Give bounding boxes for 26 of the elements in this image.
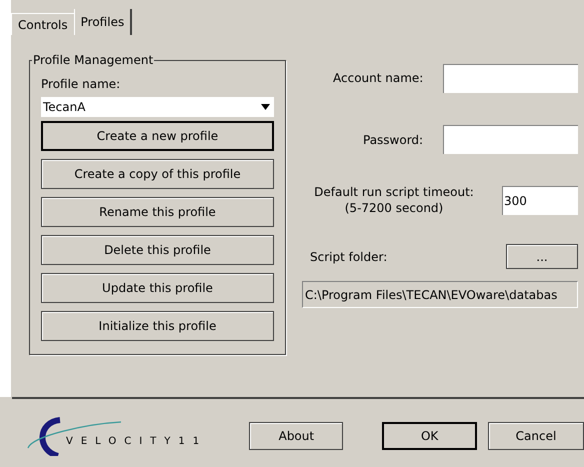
field-label: Password: <box>363 132 424 148</box>
profile-button[interactable]: Rename this profile <box>41 197 274 227</box>
logo: VELOCITY11 <box>26 416 214 456</box>
profile-button[interactable]: Create a copy of this profile <box>41 159 274 189</box>
tab[interactable]: Profiles <box>74 9 132 35</box>
field-label: Default run script timeout: <box>314 184 474 200</box>
timeout-field[interactable]: 300 <box>502 186 578 214</box>
account-name-field[interactable] <box>443 64 578 92</box>
field-hint: (5-7200 second) <box>344 200 444 216</box>
caret-icon <box>261 104 270 110</box>
profile-button[interactable]: Delete this profile <box>41 235 274 265</box>
group-title: Profile Management <box>32 53 154 67</box>
dialog-button[interactable]: Cancel <box>488 422 584 450</box>
profile-button[interactable]: Update this profile <box>41 273 274 303</box>
profile-button[interactable]: Initialize this profile <box>41 311 274 341</box>
dialog-button[interactable]: About <box>249 422 344 450</box>
field-label: Profile name: <box>41 76 122 93</box>
tab[interactable]: Controls <box>11 13 74 35</box>
profile-button[interactable]: Create a new profile <box>41 121 274 151</box>
dialog-button[interactable]: OK <box>382 422 477 450</box>
browse-button[interactable]: ... <box>506 244 578 269</box>
field-label: Account name: <box>333 70 424 87</box>
profile-dropdown[interactable]: TecanA <box>41 97 274 117</box>
field-label: Script folder: <box>310 248 388 266</box>
script-folder-path: C:\Program Files\TECAN\EVOware\databas <box>302 281 578 308</box>
password-field[interactable] <box>443 125 578 154</box>
